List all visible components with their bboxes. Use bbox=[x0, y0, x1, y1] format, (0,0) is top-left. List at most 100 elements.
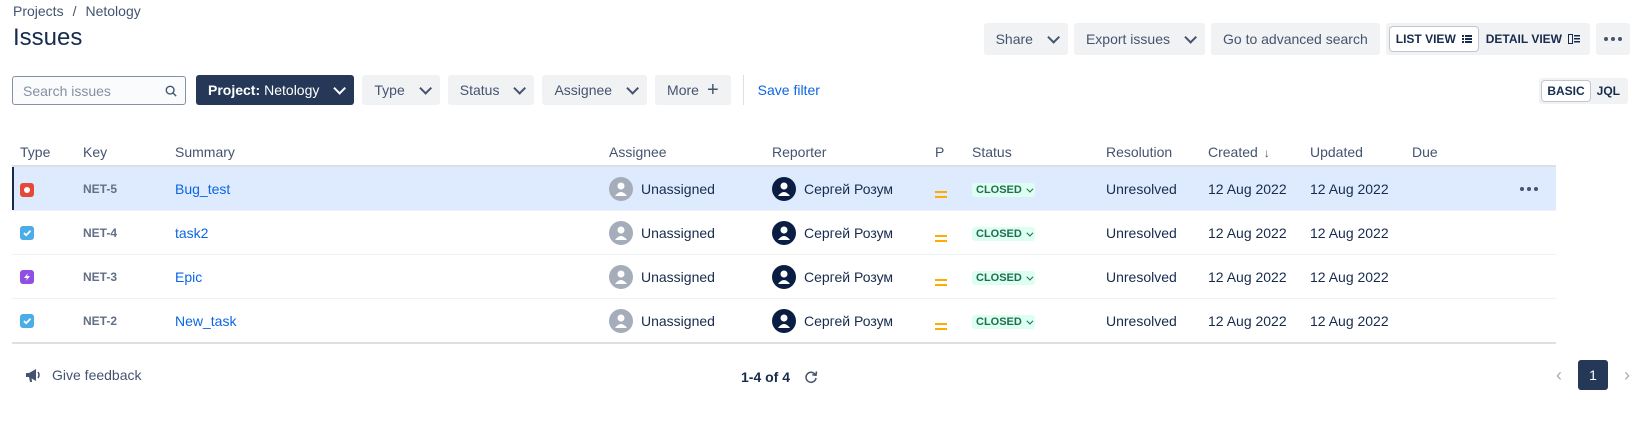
type-cell bbox=[12, 298, 75, 344]
updated-cell: 12 Aug 2022 bbox=[1302, 210, 1404, 255]
resolution-cell: Unresolved bbox=[1098, 254, 1200, 299]
reporter-cell: Сергей Розум bbox=[764, 254, 927, 299]
detail-view-button[interactable]: DETAIL VIEW bbox=[1480, 27, 1586, 51]
column-header-created[interactable]: Created ↓ bbox=[1200, 139, 1302, 167]
chevron-right-icon[interactable]: › bbox=[1624, 365, 1630, 386]
results-count-label: 1-4 of 4 bbox=[741, 369, 791, 385]
issue-summary-link[interactable]: Bug_test bbox=[175, 181, 230, 197]
chevron-down-icon bbox=[333, 81, 347, 95]
created-header-label: Created bbox=[1208, 144, 1258, 160]
breadcrumb-separator: / bbox=[72, 3, 77, 19]
reporter-name: Сергей Розум bbox=[804, 312, 894, 329]
table-row[interactable]: NET-2 New_task Unassigned Сергей Розум C… bbox=[12, 298, 1556, 344]
summary-cell: Epic bbox=[167, 254, 601, 299]
project-filter-button[interactable]: Project: Netology bbox=[196, 75, 355, 105]
save-filter-link[interactable]: Save filter bbox=[758, 82, 820, 98]
table-row[interactable]: NET-3 Epic Unassigned Сергей Розум CLOSE… bbox=[12, 254, 1556, 299]
chevron-down-icon bbox=[419, 81, 432, 95]
type-cell bbox=[12, 166, 75, 211]
page-button-current[interactable]: 1 bbox=[1578, 360, 1608, 390]
assignee-cell[interactable]: Unassigned bbox=[601, 298, 764, 344]
row-more-icon[interactable] bbox=[1484, 186, 1556, 191]
more-filters-button[interactable]: More + bbox=[655, 75, 731, 105]
megaphone-icon bbox=[26, 369, 40, 382]
status-filter-button[interactable]: Status bbox=[447, 75, 535, 105]
share-button[interactable]: Share bbox=[983, 23, 1068, 55]
assignee-name: Unassigned bbox=[641, 224, 715, 241]
sort-descending-icon: ↓ bbox=[1263, 146, 1270, 160]
issue-key[interactable]: NET-5 bbox=[75, 166, 167, 211]
breadcrumb: Projects / Netology bbox=[13, 3, 141, 19]
assignee-cell[interactable]: Unassigned bbox=[601, 210, 764, 255]
table-row[interactable]: NET-5 Bug_test Unassigned Сергей Розум C… bbox=[12, 166, 1556, 211]
assignee-cell[interactable]: Unassigned bbox=[601, 254, 764, 299]
assignee-filter-button[interactable]: Assignee bbox=[542, 75, 648, 105]
search-mode-toggle: BASIC JQL bbox=[1539, 78, 1628, 104]
resolution-cell: Unresolved bbox=[1098, 210, 1200, 255]
row-actions-cell bbox=[1476, 298, 1556, 344]
assignee-filter-label: Assignee bbox=[554, 82, 613, 98]
top-actions: Share Export issues Go to advanced searc… bbox=[983, 23, 1630, 55]
chevron-left-icon[interactable]: ‹ bbox=[1556, 365, 1562, 386]
column-header-summary[interactable]: Summary bbox=[167, 139, 601, 167]
project-filter-label: Project: bbox=[208, 82, 261, 98]
column-header-status[interactable]: Status bbox=[964, 139, 1098, 167]
breadcrumb-project[interactable]: Netology bbox=[85, 3, 140, 19]
list-icon bbox=[1461, 35, 1472, 43]
issue-summary-link[interactable]: Epic bbox=[175, 269, 202, 285]
column-header-updated[interactable]: Updated bbox=[1302, 139, 1404, 167]
column-header-priority[interactable]: P bbox=[927, 139, 964, 167]
status-badge[interactable]: CLOSED bbox=[972, 271, 1035, 285]
project-filter-value: Netology bbox=[264, 82, 320, 98]
issue-summary-link[interactable]: task2 bbox=[175, 225, 208, 241]
status-badge[interactable]: CLOSED bbox=[972, 227, 1035, 241]
list-view-button[interactable]: LIST VIEW bbox=[1389, 27, 1478, 51]
updated-cell: 12 Aug 2022 bbox=[1302, 166, 1404, 211]
row-actions-cell bbox=[1476, 166, 1556, 211]
reporter-cell: Сергей Розум bbox=[764, 210, 927, 255]
results-count: 1-4 of 4 bbox=[741, 369, 818, 385]
search-input[interactable] bbox=[21, 81, 165, 100]
chevron-down-icon bbox=[1026, 185, 1034, 193]
column-header-key[interactable]: Key bbox=[75, 139, 167, 167]
reporter-cell: Сергей Розум bbox=[764, 298, 927, 344]
column-header-assignee[interactable]: Assignee bbox=[601, 139, 764, 167]
assignee-name: Unassigned bbox=[641, 268, 715, 285]
give-feedback-button[interactable]: Give feedback bbox=[24, 366, 142, 384]
chevron-down-icon bbox=[513, 81, 527, 95]
column-header-due[interactable]: Due bbox=[1404, 139, 1476, 167]
resolution-cell: Unresolved bbox=[1098, 166, 1200, 211]
issues-table: Type Key Summary Assignee Reporter P Sta… bbox=[12, 139, 1556, 344]
column-header-resolution[interactable]: Resolution bbox=[1098, 139, 1200, 167]
due-cell bbox=[1404, 166, 1476, 211]
advanced-search-button[interactable]: Go to advanced search bbox=[1211, 23, 1380, 55]
column-header-reporter[interactable]: Reporter bbox=[764, 139, 927, 167]
refresh-icon[interactable] bbox=[804, 370, 818, 384]
type-filter-button[interactable]: Type bbox=[362, 75, 440, 105]
more-actions-button[interactable] bbox=[1596, 23, 1630, 55]
status-cell: CLOSED bbox=[964, 166, 1098, 211]
status-label: CLOSED bbox=[976, 184, 1022, 196]
unassigned-avatar-icon bbox=[609, 220, 633, 245]
priority-medium-icon bbox=[935, 190, 947, 198]
status-badge[interactable]: CLOSED bbox=[972, 315, 1035, 329]
breadcrumb-projects[interactable]: Projects bbox=[13, 3, 64, 19]
assignee-cell[interactable]: Unassigned bbox=[601, 166, 764, 211]
basic-mode-button[interactable]: BASIC bbox=[1542, 81, 1590, 101]
issue-key[interactable]: NET-4 bbox=[75, 210, 167, 255]
user-avatar-icon bbox=[772, 264, 796, 289]
status-badge[interactable]: CLOSED bbox=[972, 183, 1035, 197]
jql-mode-button[interactable]: JQL bbox=[1592, 81, 1625, 101]
status-cell: CLOSED bbox=[964, 210, 1098, 255]
created-cell: 12 Aug 2022 bbox=[1200, 298, 1302, 344]
assignee-name: Unassigned bbox=[641, 180, 715, 197]
chevron-down-icon bbox=[1026, 229, 1034, 237]
chevron-down-icon bbox=[1026, 273, 1034, 281]
column-header-type[interactable]: Type bbox=[12, 139, 75, 167]
table-row[interactable]: NET-4 task2 Unassigned Сергей Розум CLOS… bbox=[12, 210, 1556, 255]
bug-icon bbox=[20, 182, 34, 197]
issue-summary-link[interactable]: New_task bbox=[175, 313, 236, 329]
issue-key[interactable]: NET-2 bbox=[75, 298, 167, 344]
export-issues-button[interactable]: Export issues bbox=[1073, 23, 1205, 55]
issue-key[interactable]: NET-3 bbox=[75, 254, 167, 299]
